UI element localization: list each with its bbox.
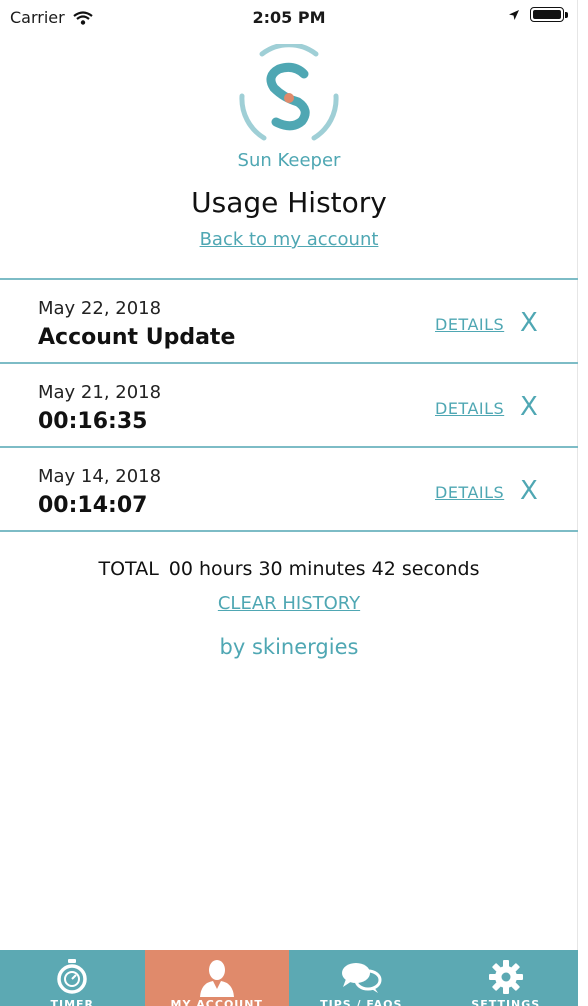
tab-timer[interactable]: TIMER <box>0 950 145 1006</box>
status-time: 2:05 PM <box>252 8 326 27</box>
sun-keeper-logo <box>239 44 339 141</box>
tab-my-account[interactable]: MY ACCOUNT <box>144 950 289 1006</box>
status-right <box>508 7 568 22</box>
chat-bubbles-icon <box>342 963 382 993</box>
battery-icon <box>530 7 568 22</box>
stopwatch-icon <box>57 959 87 994</box>
tab-settings[interactable]: SETTINGS <box>433 950 578 1006</box>
remove-entry-button[interactable]: X <box>520 308 538 338</box>
footer-credit: by skinergies <box>219 635 359 659</box>
tab-tips-faqs[interactable]: TIPS / FAQS <box>289 950 434 1006</box>
history-date: May 21, 2018 <box>38 382 162 403</box>
tab-label: MY ACCOUNT <box>170 998 263 1006</box>
total-time: TOTAL 00 hours 30 minutes 42 seconds <box>0 558 578 580</box>
history-value: Account Update <box>38 325 236 350</box>
details-link[interactable]: DETAILS <box>435 315 504 334</box>
location-arrow-icon <box>509 9 519 20</box>
gear-icon <box>488 960 523 994</box>
history-value: 00:16:35 <box>38 409 148 434</box>
back-link-row: Back to my account <box>0 229 578 250</box>
tab-label: SETTINGS <box>471 998 541 1006</box>
tab-bar: TIMER MY ACCOUNT TIPS / FAQS SETTINGS <box>0 950 578 1006</box>
status-bar: Carrier 2:05 PM <box>0 0 578 36</box>
clear-history-link[interactable]: CLEAR HISTORY <box>218 593 360 614</box>
back-to-account-link[interactable]: Back to my account <box>200 229 379 250</box>
user-icon <box>199 960 234 997</box>
total-value: 00 hours 30 minutes 42 seconds <box>168 558 480 580</box>
usage-history-list: May 22, 2018 Account Update DETAILS X Ma… <box>0 278 578 532</box>
history-value: 00:14:07 <box>38 493 148 518</box>
remove-entry-button[interactable]: X <box>520 392 538 422</box>
tab-label: TIPS / FAQS <box>320 998 403 1006</box>
history-row: May 14, 2018 00:14:07 DETAILS X <box>0 448 578 532</box>
brand-name: Sun Keeper <box>237 150 341 171</box>
total-label: TOTAL <box>98 558 159 580</box>
history-row: May 21, 2018 00:16:35 DETAILS X <box>0 364 578 448</box>
details-link[interactable]: DETAILS <box>435 483 504 502</box>
app-screen: Carrier 2:05 PM Sun Keeper Usage History… <box>0 0 578 1006</box>
tab-label: TIMER <box>50 998 95 1006</box>
clear-history-row: CLEAR HISTORY <box>0 593 578 614</box>
history-date: May 22, 2018 <box>38 298 162 319</box>
page-title: Usage History <box>191 186 387 219</box>
history-date: May 14, 2018 <box>38 466 162 487</box>
history-row: May 22, 2018 Account Update DETAILS X <box>0 280 578 364</box>
remove-entry-button[interactable]: X <box>520 476 538 506</box>
details-link[interactable]: DETAILS <box>435 399 504 418</box>
